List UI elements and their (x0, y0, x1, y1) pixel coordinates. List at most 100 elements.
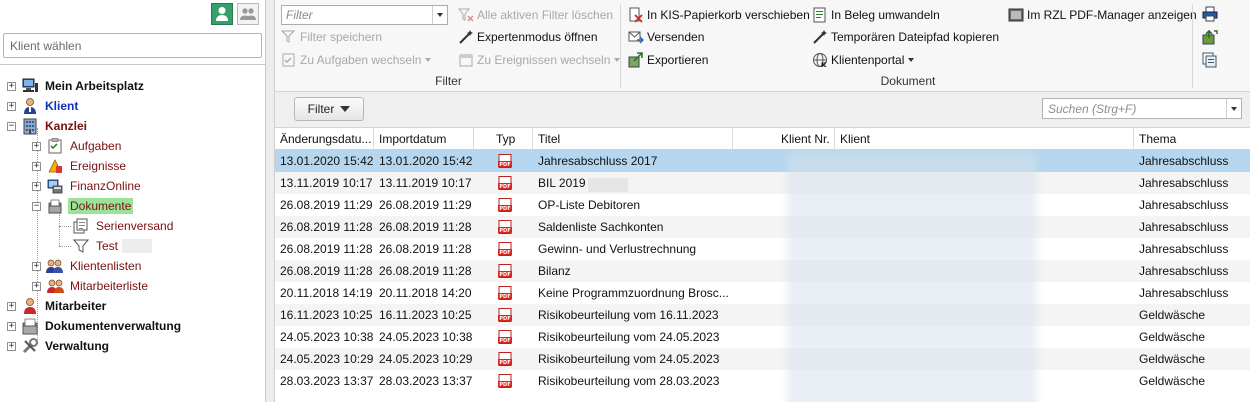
copy-path-icon (812, 29, 828, 45)
table-row[interactable]: 28.03.2023 13:37 28.03.2023 13:37 PDF Risik… (275, 370, 1250, 392)
expand-icon[interactable]: + (7, 81, 16, 91)
table-row[interactable]: 20.11.2018 14:19 20.11.2018 14:20 PDF Keine… (275, 282, 1250, 304)
expert-mode-button[interactable]: Expertenmodus öffnen (458, 27, 598, 47)
table-row[interactable]: 24.05.2023 10:38 24.05.2023 10:38 PDF Risik… (275, 326, 1250, 348)
dropdown-arrow-icon[interactable] (432, 6, 447, 24)
expand-icon[interactable]: + (32, 161, 41, 171)
client-portal-button[interactable]: K Klientenportal (812, 50, 915, 70)
move-to-bin-label: In KIS-Papierkorb verschieben (647, 8, 810, 22)
send-button[interactable]: Versenden (628, 27, 704, 47)
expand-icon[interactable]: + (32, 181, 41, 191)
column-header-changed[interactable]: Änderungsdatu... (275, 128, 374, 150)
cell-topic: Jahresabschluss (1139, 198, 1229, 212)
column-header-client-number[interactable]: Klient Nr. (733, 128, 835, 150)
switch-to-tasks-button[interactable]: Zu Aufgaben wechseln (281, 50, 432, 70)
save-filter-button[interactable]: Filter speichern (281, 27, 382, 47)
rzl-pdf-manager-button[interactable]: Im RZL PDF-Manager anzeigen (1008, 5, 1197, 25)
clear-filters-button[interactable]: Alle aktiven Filter löschen (458, 5, 613, 25)
cell-changed: 28.03.2023 13:37 (280, 374, 374, 388)
svg-text:PDF: PDF (499, 162, 510, 168)
table-row[interactable]: 13.01.2020 15:42 13.01.2020 15:42 PDF Jahre… (275, 150, 1250, 172)
convert-to-receipt-button[interactable]: In Beleg umwandeln (812, 5, 940, 25)
mailing-icon (72, 217, 90, 235)
tree-node-aufgaben[interactable]: + Aufgaben (32, 136, 123, 156)
redacted-text (122, 239, 153, 253)
client-select-input[interactable] (3, 33, 262, 58)
expand-icon[interactable]: + (7, 301, 16, 311)
pane-splitter[interactable] (266, 0, 275, 402)
tree-node-kanzlei[interactable]: − Kanzlei (7, 116, 89, 136)
expand-icon[interactable]: + (7, 321, 16, 331)
tree-node-verwaltung[interactable]: + Verwaltung (7, 336, 111, 356)
cell-title: Gewinn- und Verlustrechnung (538, 242, 697, 256)
table-row[interactable]: 26.08.2019 11:28 26.08.2019 11:28 PDF Gewin… (275, 238, 1250, 260)
cell-changed: 13.11.2019 10:17 (280, 176, 373, 190)
tree-node-dokumente[interactable]: − Dokumente (32, 196, 134, 216)
table-row[interactable]: 16.11.2023 10:25 16.11.2023 10:25 PDF Risik… (275, 304, 1250, 326)
cell-imported: 20.11.2018 14:20 (379, 286, 472, 300)
table-row[interactable]: 26.08.2019 11:28 26.08.2019 11:28 PDF Bilan… (275, 260, 1250, 282)
expand-icon[interactable]: + (32, 141, 41, 151)
filter-dropdown-button[interactable]: Filter (294, 97, 364, 121)
column-header-client[interactable]: Klient (835, 128, 1134, 150)
tree-node-klient[interactable]: + Klient (7, 96, 80, 116)
globe-icon: K (812, 52, 828, 68)
tree-node-mitarbeiterliste[interactable]: + Mitarbeiterliste (32, 276, 150, 296)
tree-node-mein-arbeitsplatz[interactable]: + Mein Arbeitsplatz (7, 76, 146, 96)
copy-temp-path-button[interactable]: Temporären Dateipfad kopieren (812, 27, 999, 47)
expand-icon[interactable]: + (7, 101, 16, 111)
tree-node-mitarbeiter[interactable]: + Mitarbeiter (7, 296, 108, 316)
receipt-icon (812, 7, 828, 23)
copy-button[interactable] (1202, 52, 1218, 68)
cell-topic: Jahresabschluss (1139, 176, 1229, 190)
collapse-icon[interactable]: − (7, 121, 16, 131)
delete-doc-icon (628, 7, 644, 23)
column-header-title[interactable]: Titel (533, 128, 733, 150)
tree-node-serienversand[interactable]: Serienversand (72, 216, 175, 236)
dropdown-arrow-icon[interactable] (1226, 99, 1241, 118)
event-icon (46, 157, 64, 175)
tree-node-finanzonline[interactable]: + FinanzOnline (32, 176, 143, 196)
switch-to-events-button[interactable]: Zu Ereignissen wechseln (458, 50, 621, 70)
multi-client-view-button[interactable] (237, 3, 259, 25)
documents-icon (46, 197, 64, 215)
cell-topic: Jahresabschluss (1139, 154, 1229, 168)
cell-topic: Geldwäsche (1139, 352, 1206, 366)
table-row[interactable]: 26.08.2019 11:28 26.08.2019 11:28 PDF Salde… (275, 216, 1250, 238)
tree-node-ereignisse[interactable]: + Ereignisse (32, 156, 128, 176)
cell-changed: 26.08.2019 11:28 (280, 264, 373, 278)
move-to-bin-button[interactable]: In KIS-Papierkorb verschieben (628, 5, 810, 25)
expand-icon[interactable]: + (32, 261, 41, 271)
column-header-type[interactable]: Typ (474, 128, 533, 150)
table-row[interactable]: 13.11.2019 10:17 13.11.2019 10:17 PDF BIL 2… (275, 172, 1250, 194)
export-button[interactable]: Exportieren (628, 50, 708, 70)
column-header-imported[interactable]: Importdatum (374, 128, 474, 150)
search-input[interactable] (1043, 99, 1223, 118)
cell-imported: 26.08.2019 11:29 (379, 198, 472, 212)
column-header-topic[interactable]: Thema (1134, 128, 1250, 150)
single-client-view-button[interactable] (211, 3, 233, 25)
switch-to-events-label: Zu Ereignissen wechseln (477, 53, 611, 67)
filter-combo[interactable] (281, 5, 448, 25)
grid-header: Änderungsdatu... Importdatum Typ Titel K… (275, 128, 1250, 150)
cell-title: Risikobeurteilung vom 24.05.2023 (538, 330, 720, 344)
pdf-icon: PDF (498, 330, 512, 344)
tree-node-dokumentenverwaltung[interactable]: + Dokumentenverwaltung (7, 316, 183, 336)
clear-filters-label: Alle aktiven Filter löschen (477, 8, 614, 22)
search-box[interactable] (1042, 98, 1242, 119)
table-row[interactable]: 24.05.2023 10:29 24.05.2023 10:29 PDF Risik… (275, 348, 1250, 370)
tree-node-klientenlisten[interactable]: + Klientenlisten (32, 256, 143, 276)
print-button[interactable] (1202, 6, 1218, 22)
employee-list-icon (46, 277, 64, 295)
tree-node-test[interactable]: Test (72, 236, 153, 256)
filter-button-label: Filter (307, 102, 335, 116)
pdf-icon: PDF (498, 308, 512, 322)
collapse-icon[interactable]: − (32, 201, 41, 211)
expand-icon[interactable]: + (32, 281, 41, 291)
upload-button[interactable] (1202, 29, 1218, 45)
table-row[interactable]: 26.08.2019 11:29 26.08.2019 11:29 PDF OP-Li… (275, 194, 1250, 216)
computer-icon (21, 77, 39, 95)
clear-filter-icon (458, 7, 474, 23)
filter-input[interactable] (282, 6, 430, 24)
expand-icon[interactable]: + (7, 341, 16, 351)
